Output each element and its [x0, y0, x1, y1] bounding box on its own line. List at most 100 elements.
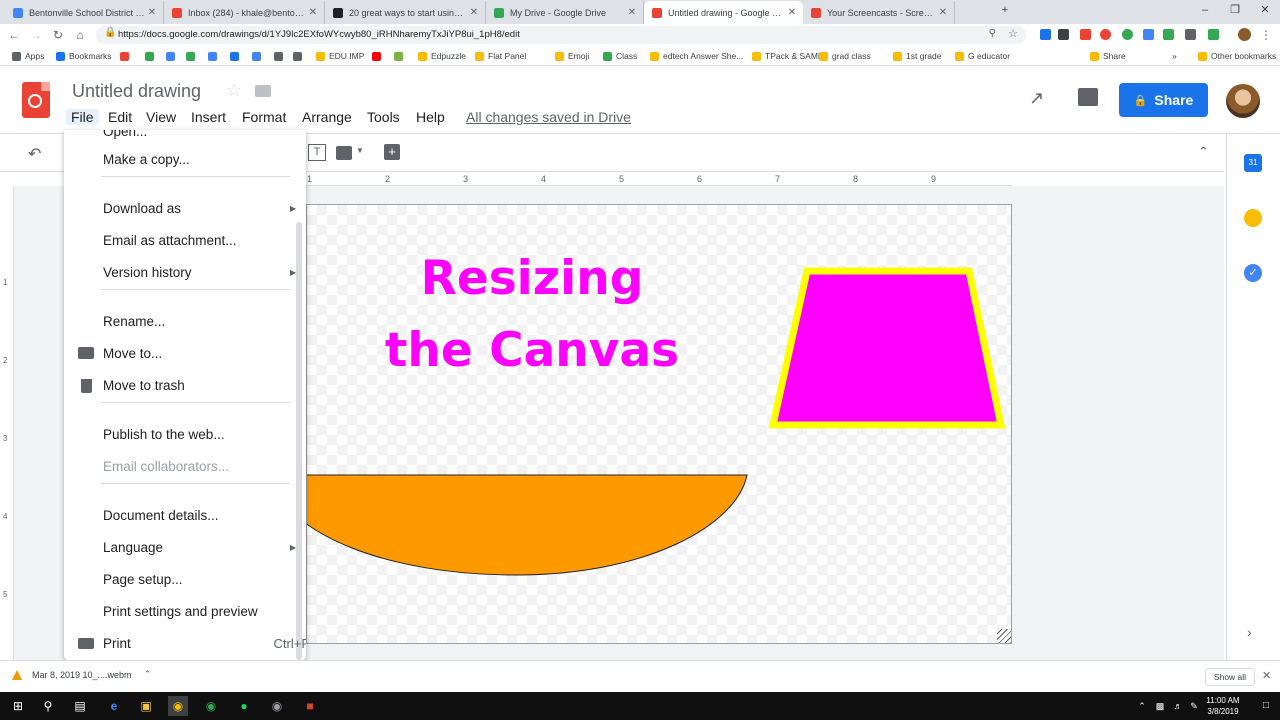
tab-close-icon[interactable]: ✕ — [625, 7, 639, 18]
menu-tools[interactable]: Tools — [367, 109, 400, 125]
browser-tab[interactable]: My Drive - Google Drive ✕ — [486, 1, 644, 24]
file-menu-item[interactable]: Page setup... — [103, 570, 293, 590]
menu-file[interactable]: File — [66, 109, 99, 125]
bookmark-shortcut-icon[interactable] — [166, 49, 179, 63]
file-menu-item[interactable]: Publish to the web... — [103, 425, 293, 445]
address-bar[interactable]: 🔒 https://docs.google.com/drawings/d/1YJ… — [96, 26, 1026, 44]
system-clock[interactable]: 11:00 AM 3/8/2019 — [1203, 695, 1243, 717]
half-oval-shape[interactable] — [307, 474, 748, 576]
home-icon[interactable]: ⌂ — [72, 27, 88, 43]
menu-insert[interactable]: Insert — [191, 109, 226, 125]
bookmark-star-icon[interactable]: ☆ — [1008, 27, 1018, 40]
tray-chevron-icon[interactable]: ⌃ — [1132, 696, 1152, 716]
file-menu-item[interactable]: Rename... — [103, 312, 293, 332]
app-icon[interactable]: ◉ — [267, 696, 287, 716]
bookmark-item[interactable]: Other bookmarks — [1198, 49, 1276, 63]
app-icon[interactable]: ◉ — [201, 696, 221, 716]
bookmark-shortcut-icon[interactable] — [208, 49, 221, 63]
bookmark-item[interactable]: edtech Answer She... — [650, 49, 743, 63]
bookmark-item[interactable]: G educator — [955, 49, 1010, 63]
bookmark-item[interactable]: Share — [1090, 49, 1126, 63]
menu-item-open-partial[interactable]: Open... — [103, 130, 147, 139]
extension-icon[interactable] — [1143, 29, 1154, 40]
profile-avatar[interactable] — [1238, 28, 1251, 41]
extension-icon[interactable] — [1122, 29, 1133, 40]
file-menu-item[interactable]: Make a copy... — [103, 150, 293, 170]
forward-arrow-icon[interactable]: → — [28, 27, 44, 43]
bookmark-shortcut-icon[interactable] — [252, 49, 265, 63]
bookmark-item[interactable]: grad class — [819, 49, 871, 63]
tab-close-icon[interactable]: ✕ — [467, 7, 481, 18]
extension-icon[interactable] — [1058, 29, 1069, 40]
browser-tab[interactable]: 20 great ways to start using Goo ✕ — [325, 1, 486, 24]
zoom-icon[interactable]: ⚲ — [989, 28, 996, 39]
tab-close-icon[interactable]: ✕ — [785, 7, 799, 18]
menu-format[interactable]: Format — [242, 109, 286, 125]
bookmark-item[interactable]: Bookmarks — [56, 49, 112, 63]
search-icon[interactable]: ⚲ — [38, 696, 58, 716]
undo-icon[interactable]: ↶ — [28, 144, 41, 164]
collapse-toolbar-icon[interactable]: ⌃ — [1198, 144, 1209, 160]
window-close-button[interactable]: ✕ — [1250, 0, 1280, 22]
tab-close-icon[interactable]: ✕ — [936, 7, 950, 18]
chevron-down-icon[interactable]: ▼ — [356, 146, 364, 155]
bookmark-item[interactable]: Emoji — [555, 49, 589, 63]
chevron-up-icon[interactable]: ⌃ — [144, 669, 152, 680]
file-menu-item[interactable]: Print settings and preview — [103, 602, 293, 622]
bookmarks-overflow-button[interactable]: » — [1172, 49, 1177, 63]
edge-icon[interactable]: e — [104, 696, 124, 716]
bookmark-shortcut-icon[interactable] — [274, 49, 287, 63]
bookmark-item[interactable]: Class — [603, 49, 637, 63]
calendar-icon[interactable]: 31 — [1244, 154, 1262, 172]
file-menu-item[interactable]: Version history ▶ — [103, 263, 296, 283]
canvas-resize-handle[interactable] — [997, 629, 1011, 643]
chevron-right-icon[interactable]: › — [1247, 624, 1252, 640]
add-comment-icon[interactable]: + — [384, 144, 400, 160]
browser-tab[interactable]: Inbox (284) - khale@bentonvillek✕ — [164, 1, 325, 24]
text-box-icon[interactable]: T — [308, 144, 326, 161]
file-explorer-icon[interactable]: ▣ — [136, 696, 156, 716]
drawing-canvas[interactable]: Resizing the Canvas — [306, 204, 1012, 644]
menu-help[interactable]: Help — [416, 109, 445, 125]
bookmark-shortcut-icon[interactable] — [372, 49, 385, 63]
trapezoid-shape[interactable] — [768, 267, 1006, 429]
more-menu-icon[interactable]: ⋮ — [1258, 27, 1274, 43]
tasks-icon[interactable]: ✓ — [1244, 264, 1262, 282]
file-menu-item[interactable]: Move to... — [103, 344, 293, 364]
extension-icon[interactable] — [1080, 29, 1091, 40]
bookmark-item[interactable]: Flat Panel — [475, 49, 526, 63]
bookmark-item[interactable]: 1st grade — [893, 49, 941, 63]
bookmark-shortcut-icon[interactable] — [120, 49, 133, 63]
avatar[interactable] — [1226, 84, 1260, 118]
folder-icon[interactable] — [255, 85, 271, 97]
menu-view[interactable]: View — [146, 109, 176, 125]
star-icon[interactable]: ☆ — [226, 80, 242, 101]
network-icon[interactable]: ▩ — [1150, 696, 1170, 716]
share-button[interactable]: 🔒 Share — [1119, 83, 1208, 117]
pen-icon[interactable]: ✎ — [1184, 696, 1204, 716]
comments-icon[interactable] — [1078, 88, 1098, 106]
file-menu-item[interactable]: Email as attachment... — [103, 231, 293, 251]
chrome-icon[interactable]: ◉ — [168, 696, 188, 716]
activity-trend-icon[interactable]: ↗ — [1029, 88, 1044, 109]
bookmark-shortcut-icon[interactable] — [293, 49, 306, 63]
browser-tab[interactable]: Untitled drawing - Google Drawi ✕ — [644, 1, 803, 24]
restore-button[interactable]: ❐ — [1220, 0, 1250, 22]
extension-icon[interactable] — [1185, 29, 1196, 40]
file-menu-item[interactable]: Print Ctrl+P — [103, 634, 306, 654]
browser-tab[interactable]: Bentonville School District - Cale✕ — [5, 1, 164, 24]
extension-icon[interactable] — [1163, 29, 1174, 40]
menu-scrollbar[interactable] — [296, 222, 302, 660]
bookmark-shortcut-icon[interactable] — [394, 49, 407, 63]
download-item[interactable]: Mar 8, 2019 10_....webm ⌃ — [12, 669, 151, 680]
bookmark-shortcut-icon[interactable] — [145, 49, 158, 63]
bookmark-item[interactable]: EDU IMP — [316, 49, 364, 63]
close-icon[interactable]: ✕ — [1262, 669, 1271, 682]
tab-close-icon[interactable]: ✕ — [306, 7, 320, 18]
document-title[interactable]: Untitled drawing — [72, 81, 201, 102]
bookmark-item[interactable]: Apps — [12, 49, 44, 63]
task-view-icon[interactable]: ▤ — [70, 696, 90, 716]
save-status-link[interactable]: All changes saved in Drive — [466, 109, 631, 125]
tab-close-icon[interactable]: ✕ — [145, 7, 159, 18]
notifications-icon[interactable]: □ — [1256, 696, 1276, 716]
